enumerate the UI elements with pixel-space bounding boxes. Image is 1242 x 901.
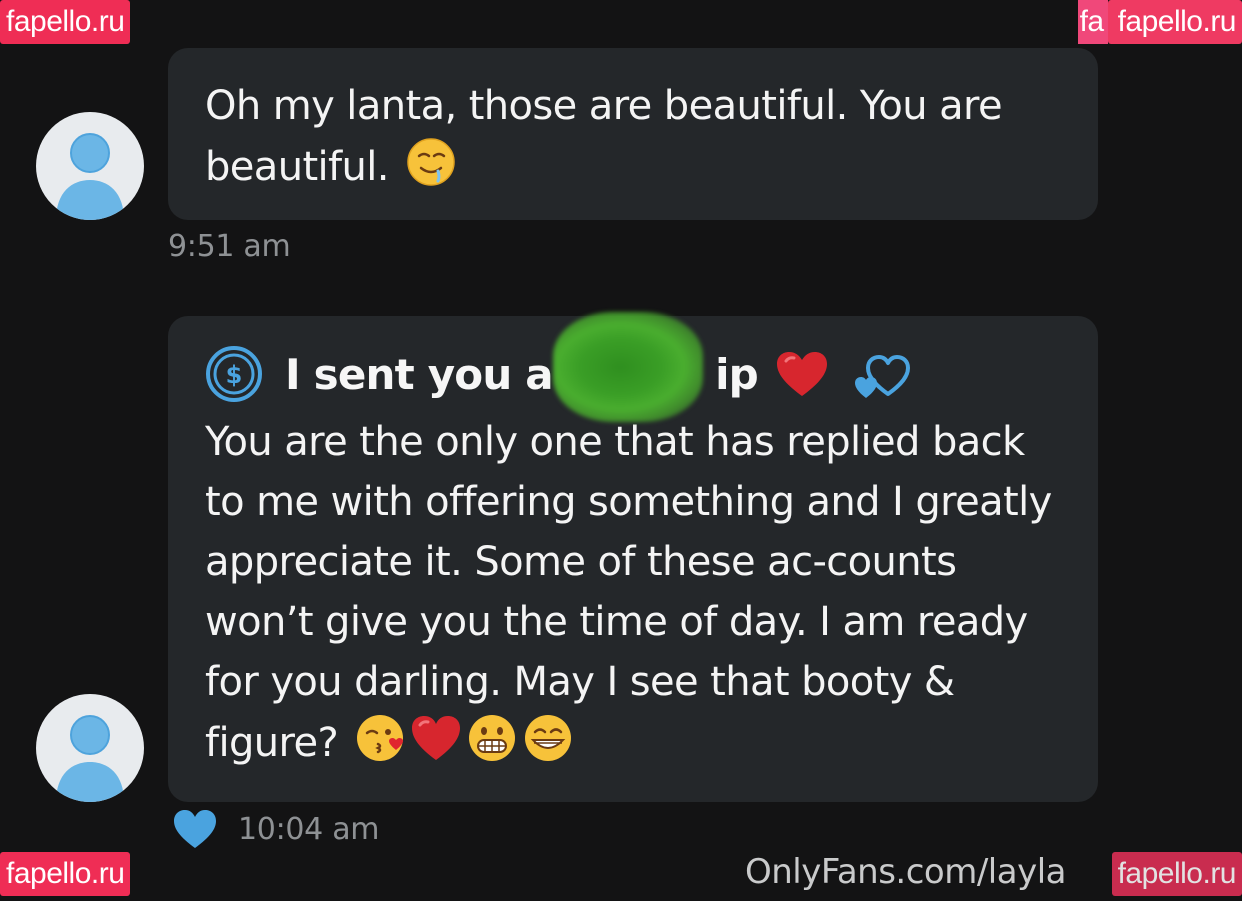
blue-hearts-icon	[854, 355, 910, 398]
avatar[interactable]	[36, 112, 144, 220]
message-text: You are the only one that has replied ba…	[205, 412, 1075, 773]
tip-message-bubble[interactable]: $ I sent you a $ ip You are the only one …	[168, 311, 1098, 802]
red-heart-emoji	[412, 716, 461, 760]
red-heart-emoji	[776, 352, 827, 396]
message-body: You are the only one that has replied ba…	[205, 419, 1052, 766]
default-avatar-icon	[56, 715, 124, 802]
drooling-face-emoji	[407, 138, 455, 186]
avatar[interactable]	[36, 694, 144, 802]
tip-text-suffix: ip	[715, 349, 759, 399]
creator-credit: OnlyFans.com/layla	[745, 852, 1066, 892]
tip-line: $ I sent you a $ ip	[205, 311, 1061, 422]
svg-text:$: $	[226, 361, 243, 389]
default-avatar-icon	[56, 133, 124, 220]
censor-blur	[553, 311, 703, 422]
message-body: Oh my lanta, those are beautiful. You ar…	[205, 83, 1003, 190]
watermark-top-left: fapello.ru	[0, 0, 131, 44]
dollar-circle-icon: $	[206, 346, 262, 402]
heart-like-icon[interactable]	[172, 808, 218, 850]
message-bubble[interactable]: Oh my lanta, those are beautiful. You ar…	[168, 48, 1098, 220]
grimacing-emoji	[469, 715, 516, 761]
watermark-top-right-label: fapello.ru	[1117, 5, 1237, 38]
message-timestamp: 10:04 am	[238, 812, 380, 847]
message-text: Oh my lanta, those are beautiful. You ar…	[205, 76, 1025, 197]
grinning-emoji	[525, 715, 572, 761]
kissing-heart-emoji	[357, 715, 404, 761]
tip-text-prefix: I sent you a $	[285, 349, 596, 399]
watermark-bottom-right: fapello.ru	[1111, 852, 1242, 896]
message-timestamp: 9:51 am	[168, 229, 291, 264]
watermark-top-right: fa fapello.ru	[1077, 0, 1242, 44]
watermark-fragment: fa	[1077, 0, 1108, 44]
tip-text: I sent you a $ ip	[285, 311, 759, 422]
watermark-bottom-left: fapello.ru	[0, 852, 131, 896]
